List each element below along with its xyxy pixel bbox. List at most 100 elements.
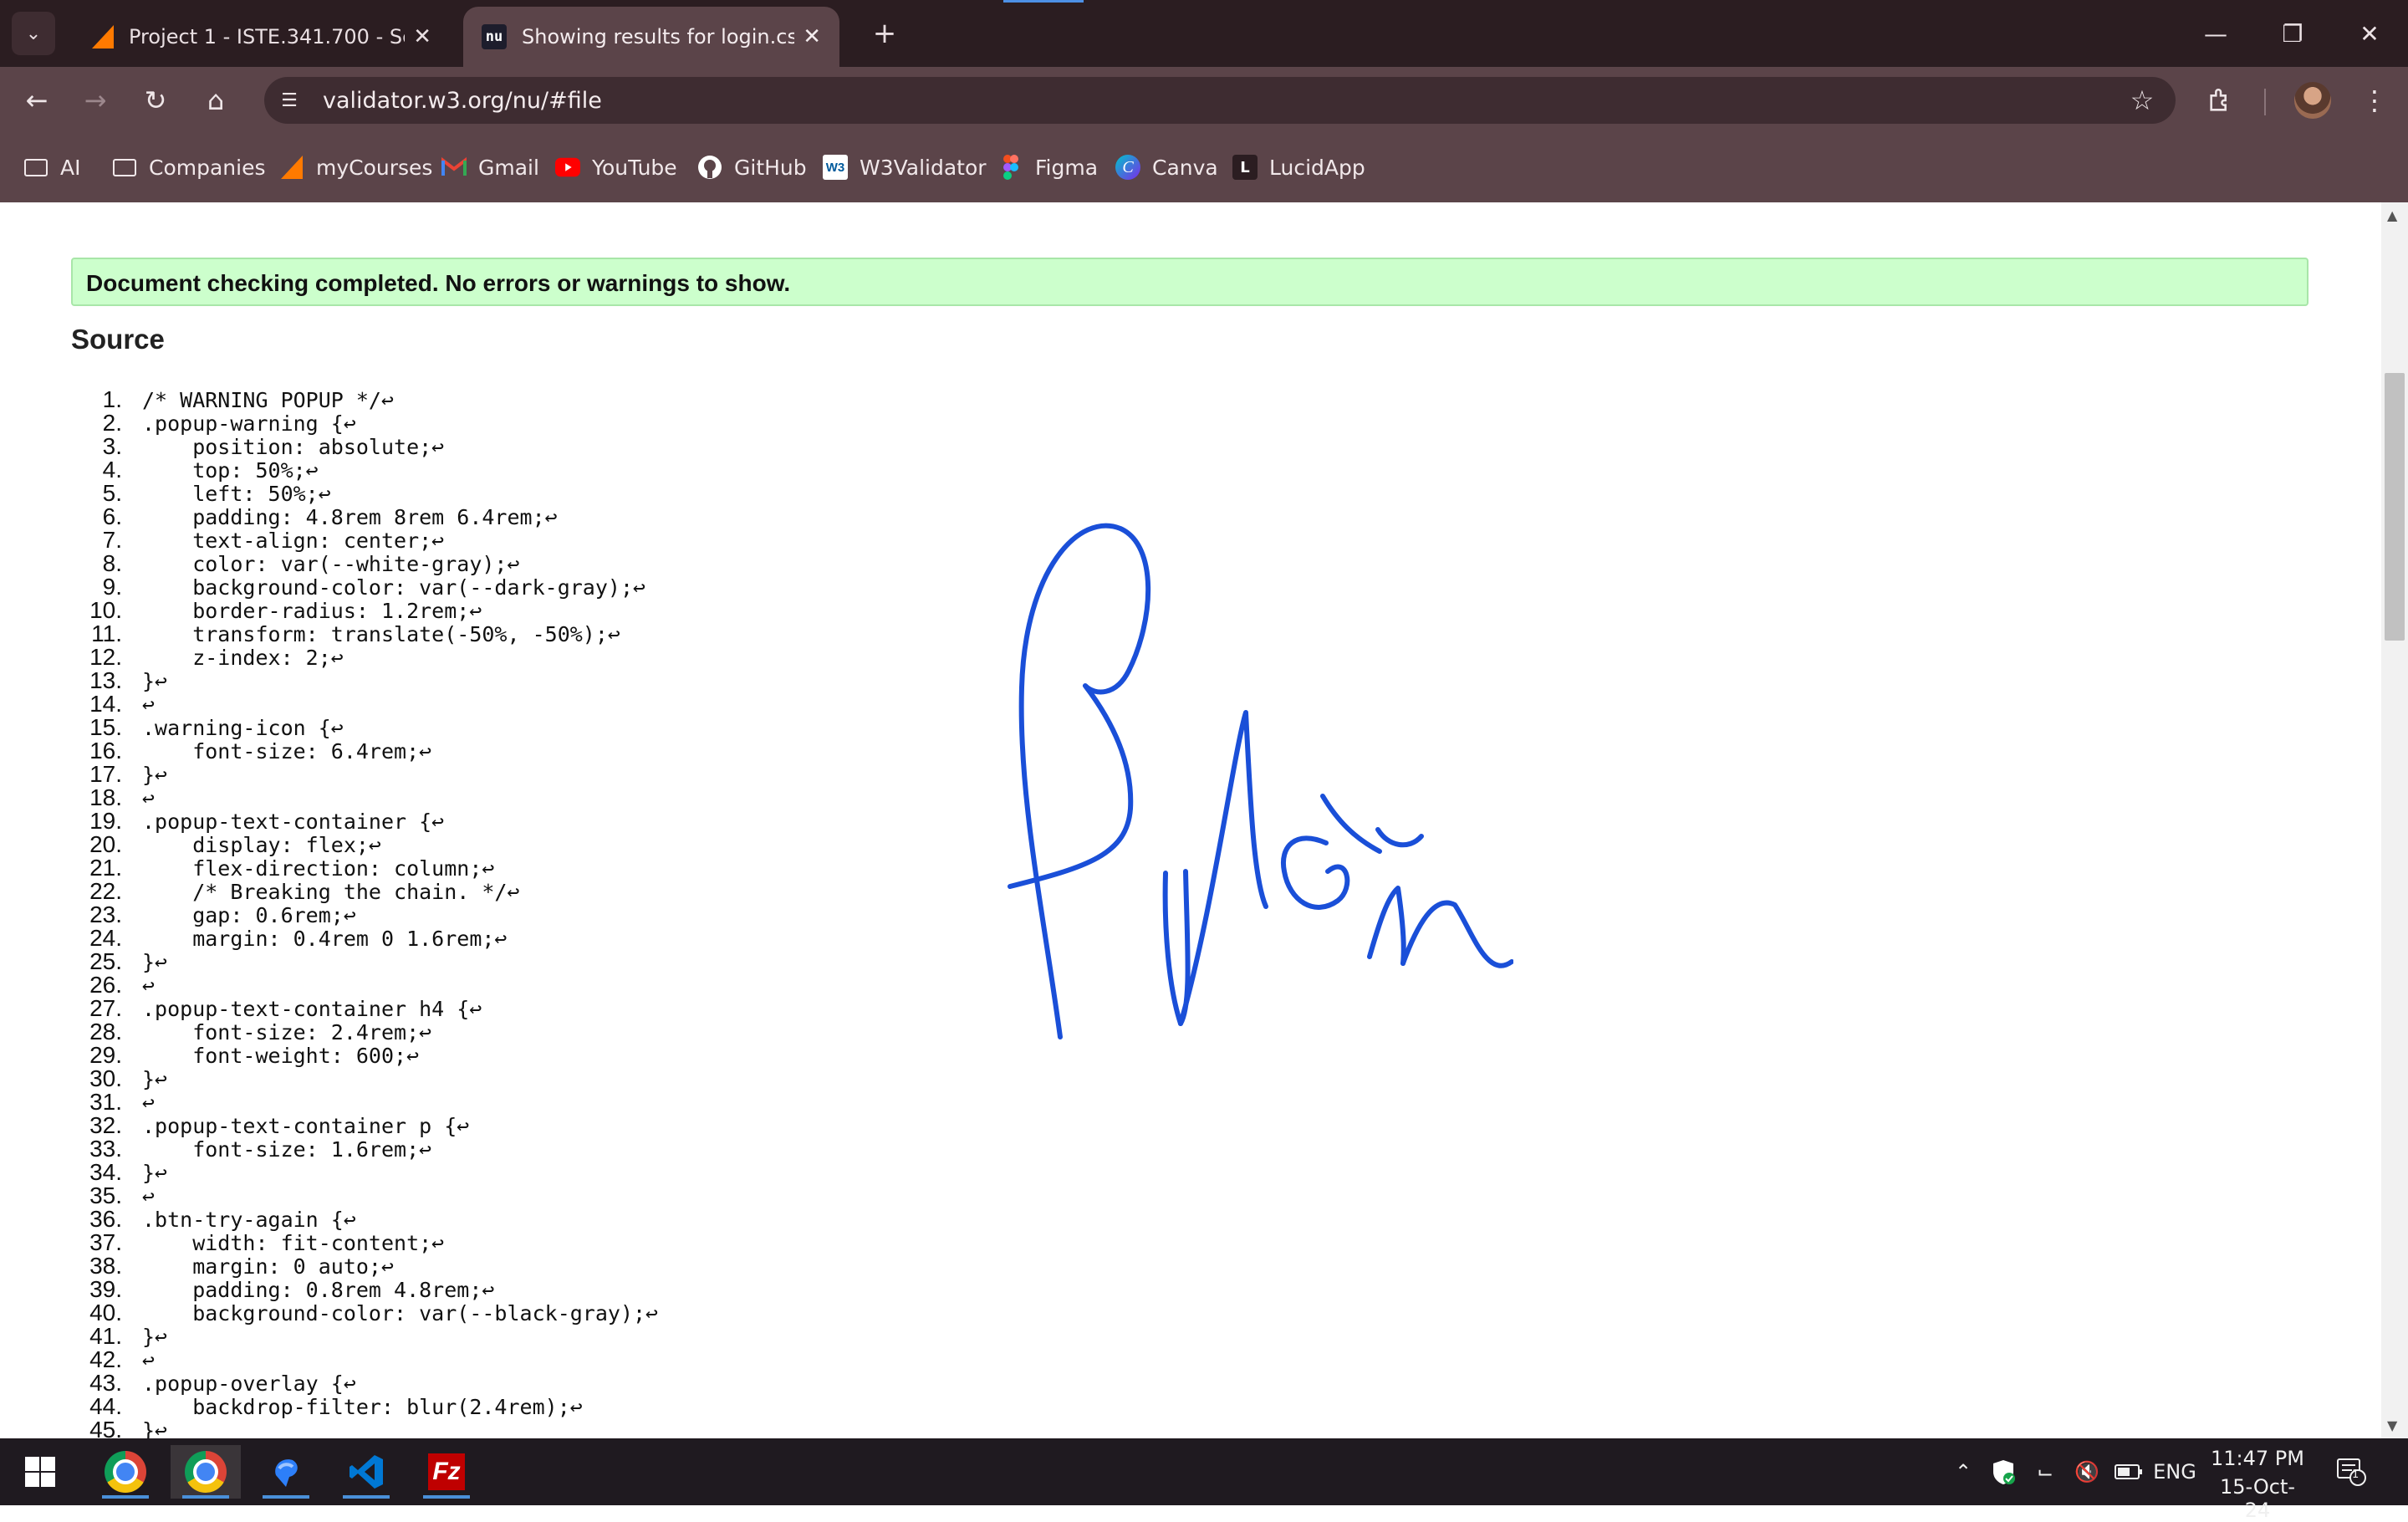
back-arrow-icon[interactable]: ← — [12, 75, 62, 125]
source-line: 24. margin: 0.4rem 0 1.6rem;↩ — [0, 927, 658, 951]
source-line: 41.}↩ — [0, 1325, 658, 1349]
chrome-icon[interactable] — [90, 1445, 161, 1499]
line-code: }↩ — [142, 950, 168, 974]
language-indicator[interactable]: ENG — [2153, 1453, 2196, 1490]
line-code: ↩ — [142, 1090, 156, 1115]
show-hidden-icons-chevron-icon[interactable]: ⌃ — [1948, 1453, 1978, 1490]
windows-start-icon[interactable] — [5, 1445, 75, 1499]
line-number: 8. — [102, 550, 122, 576]
clock-date[interactable]: 15-Oct-24 — [2207, 1475, 2308, 1522]
source-line: 17.}↩ — [0, 763, 658, 787]
close-tab-icon[interactable]: ✕ — [413, 24, 431, 49]
line-code: }↩ — [142, 1325, 168, 1349]
chrome-icon[interactable] — [171, 1445, 241, 1499]
source-line: 27. .popup-text-container h4 {↩ — [0, 995, 658, 1021]
url-text[interactable]: validator.w3.org/nu/#file — [323, 88, 602, 114]
bookmark-canva[interactable]: C Canva — [1115, 149, 1218, 186]
scroll-down-arrow-icon[interactable]: ▼ — [2387, 1417, 2397, 1433]
volume-muted-icon[interactable]: 🔇 — [2070, 1453, 2104, 1490]
close-window-icon[interactable]: ✕ — [2331, 0, 2408, 67]
home-icon[interactable]: ⌂ — [191, 75, 241, 125]
bookmark-lucidapp[interactable]: L LucidApp — [1232, 149, 1365, 186]
source-line: 39. padding: 0.8rem 4.8rem;↩ — [0, 1276, 658, 1302]
line-number: 42. — [89, 1346, 122, 1372]
scrollbar-thumb[interactable] — [2385, 373, 2405, 641]
source-line: 4. top: 50%;↩ — [0, 458, 658, 483]
line-code: background-color: var(--black-gray);↩ — [142, 1301, 659, 1325]
line-number: 12. — [89, 644, 122, 670]
source-line: 34.}↩ — [0, 1161, 658, 1185]
line-code: color: var(--white-gray);↩ — [142, 552, 520, 576]
browser-menu-kebab-icon[interactable]: ⋮ — [2349, 75, 2400, 125]
line-code: }↩ — [142, 669, 168, 693]
line-code: left: 50%;↩ — [142, 482, 331, 506]
line-code: .popup-warning {↩ — [142, 411, 356, 436]
battery-icon[interactable] — [2112, 1453, 2145, 1490]
line-number: 22. — [89, 878, 122, 904]
vscode-icon[interactable] — [331, 1445, 401, 1499]
line-code: /* WARNING POPUP */↩ — [142, 388, 395, 412]
bookmark-star-icon[interactable]: ☆ — [2124, 82, 2161, 119]
wifi-icon[interactable]: ⌙ — [2028, 1453, 2062, 1490]
line-number: 13. — [89, 667, 122, 693]
source-line: 13. }↩ — [0, 667, 658, 693]
source-line: 6. padding: 4.8rem 8rem 6.4rem;↩ — [0, 505, 658, 529]
new-tab-plus-icon[interactable]: + — [861, 12, 908, 55]
bookmarks-bar: AI Companies myCourses Gmail YouTube Git… — [0, 134, 2408, 202]
line-number: 10. — [89, 597, 122, 623]
line-code: font-size: 2.4rem;↩ — [142, 1020, 432, 1044]
bookmark-label: GitHub — [734, 155, 807, 180]
restore-icon[interactable]: ❐ — [2254, 0, 2331, 67]
line-code: top: 50%;↩ — [142, 458, 319, 483]
line-number: 32. — [89, 1112, 122, 1138]
source-line: 20. display: flex;↩ — [0, 833, 658, 857]
canva-icon: C — [1115, 155, 1140, 180]
line-number: 29. — [89, 1042, 122, 1068]
bookmark-github[interactable]: GitHub — [697, 149, 807, 186]
source-line: 22. /* Breaking the chain. */↩ — [0, 878, 658, 904]
bookmark-figma[interactable]: Figma — [998, 149, 1098, 186]
bookmark-ai[interactable]: AI — [23, 149, 80, 186]
site-info-tune-icon[interactable]: ☰ — [273, 84, 306, 117]
source-line: 18. ↩ — [0, 786, 658, 810]
bookmark-youtube[interactable]: YouTube — [555, 149, 677, 186]
line-number: 27. — [89, 995, 122, 1021]
bookmark-mycourses[interactable]: myCourses — [279, 149, 432, 186]
minimize-icon[interactable]: — — [2177, 0, 2254, 67]
tab-title: Showing results for login.css - Nu — [522, 25, 795, 49]
filezilla-icon[interactable]: Fz — [411, 1445, 482, 1499]
page-scrollbar[interactable]: ▲ ▼ — [2381, 202, 2408, 1438]
line-code: display: flex;↩ — [142, 833, 381, 857]
line-number: 39. — [89, 1276, 122, 1302]
source-line: 23. gap: 0.6rem;↩ — [0, 903, 658, 927]
clock-time[interactable]: 11:47 PM — [2207, 1447, 2308, 1470]
close-tab-icon[interactable]: ✕ — [803, 24, 821, 49]
line-code: font-size: 1.6rem;↩ — [142, 1137, 432, 1162]
line-code: transform: translate(-50%, -50%);↩ — [142, 622, 620, 646]
bookmark-w3validator[interactable]: W3 W3Validator — [823, 149, 987, 186]
line-number: 6. — [102, 503, 122, 529]
folder-icon — [23, 155, 48, 180]
line-number: 25. — [89, 948, 122, 974]
reload-icon[interactable]: ↻ — [130, 75, 181, 125]
profile-avatar[interactable] — [2294, 82, 2331, 119]
notification-center-icon[interactable]: 1 — [2334, 1453, 2368, 1490]
address-bar[interactable]: ☰ validator.w3.org/nu/#file ☆ — [264, 77, 2176, 124]
tab-search-chevron-icon[interactable]: ⌄ — [12, 12, 55, 55]
extensions-puzzle-icon[interactable] — [2196, 75, 2246, 125]
line-code: font-size: 6.4rem;↩ — [142, 739, 432, 764]
security-shield-icon[interactable] — [1987, 1453, 2020, 1490]
scroll-up-arrow-icon[interactable]: ▲ — [2387, 207, 2397, 223]
forward-arrow-icon[interactable]: → — [70, 75, 120, 125]
mycourses-icon — [279, 155, 304, 180]
tab-project-1[interactable]: Project 1 - ISTE.341.700 - Server ✕ — [74, 7, 450, 67]
bookmark-companies[interactable]: Companies — [112, 149, 266, 186]
source-line: 9. background-color: var(--dark-gray);↩ — [0, 575, 658, 600]
bookmark-gmail[interactable]: Gmail — [441, 149, 539, 186]
fluent-search-icon[interactable] — [251, 1445, 321, 1499]
line-number: 1. — [102, 386, 122, 412]
bookmark-label: Canva — [1152, 155, 1218, 180]
tab-validator-results[interactable]: nu Showing results for login.css - Nu ✕ — [463, 7, 839, 67]
line-code: }↩ — [142, 1418, 168, 1439]
source-line: 19. .popup-text-container {↩ — [0, 810, 658, 834]
